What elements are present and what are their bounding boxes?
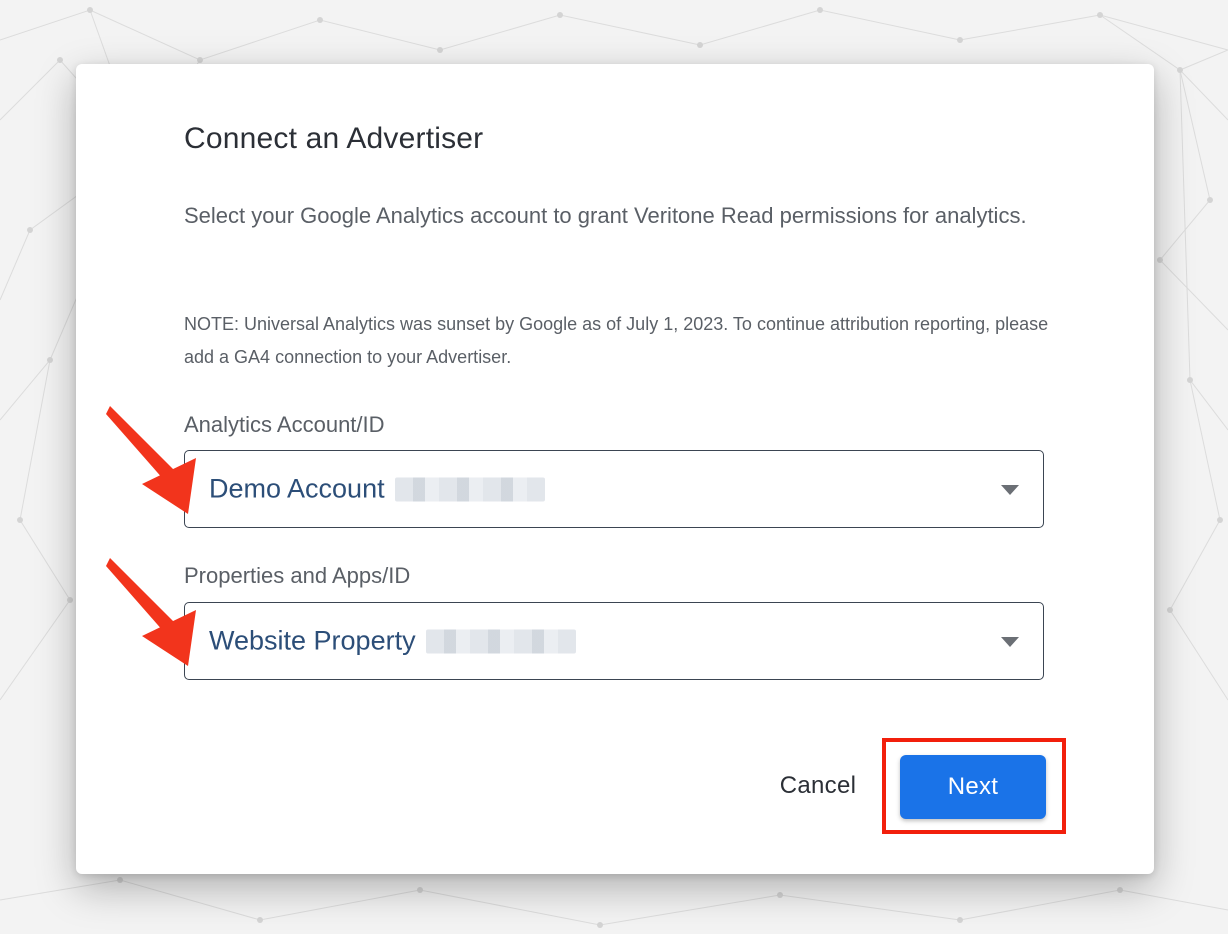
cancel-button[interactable]: Cancel — [758, 758, 878, 814]
property-select[interactable]: Website Property — [184, 602, 1044, 680]
property-select-value: Website Property — [209, 626, 576, 657]
dialog-note: NOTE: Universal Analytics was sunset by … — [184, 314, 1049, 367]
account-field-label: Analytics Account/ID — [184, 412, 385, 437]
property-field-label: Properties and Apps/ID — [184, 563, 411, 588]
connect-advertiser-dialog: Connect an Advertiser Select your Google… — [76, 64, 1154, 874]
dialog-title: Connect an Advertiser — [184, 122, 484, 155]
redacted-account-id — [394, 477, 545, 501]
redacted-property-id — [425, 629, 576, 653]
account-select-text: Demo Account — [209, 473, 385, 504]
chevron-down-icon — [1001, 637, 1019, 647]
next-button[interactable]: Next — [900, 755, 1046, 819]
dialog-description: Select your Google Analytics account to … — [184, 203, 1027, 228]
property-select-text: Website Property — [209, 625, 416, 656]
account-select[interactable]: Demo Account — [184, 450, 1044, 528]
account-select-value: Demo Account — [209, 474, 545, 505]
chevron-down-icon — [1001, 485, 1019, 495]
